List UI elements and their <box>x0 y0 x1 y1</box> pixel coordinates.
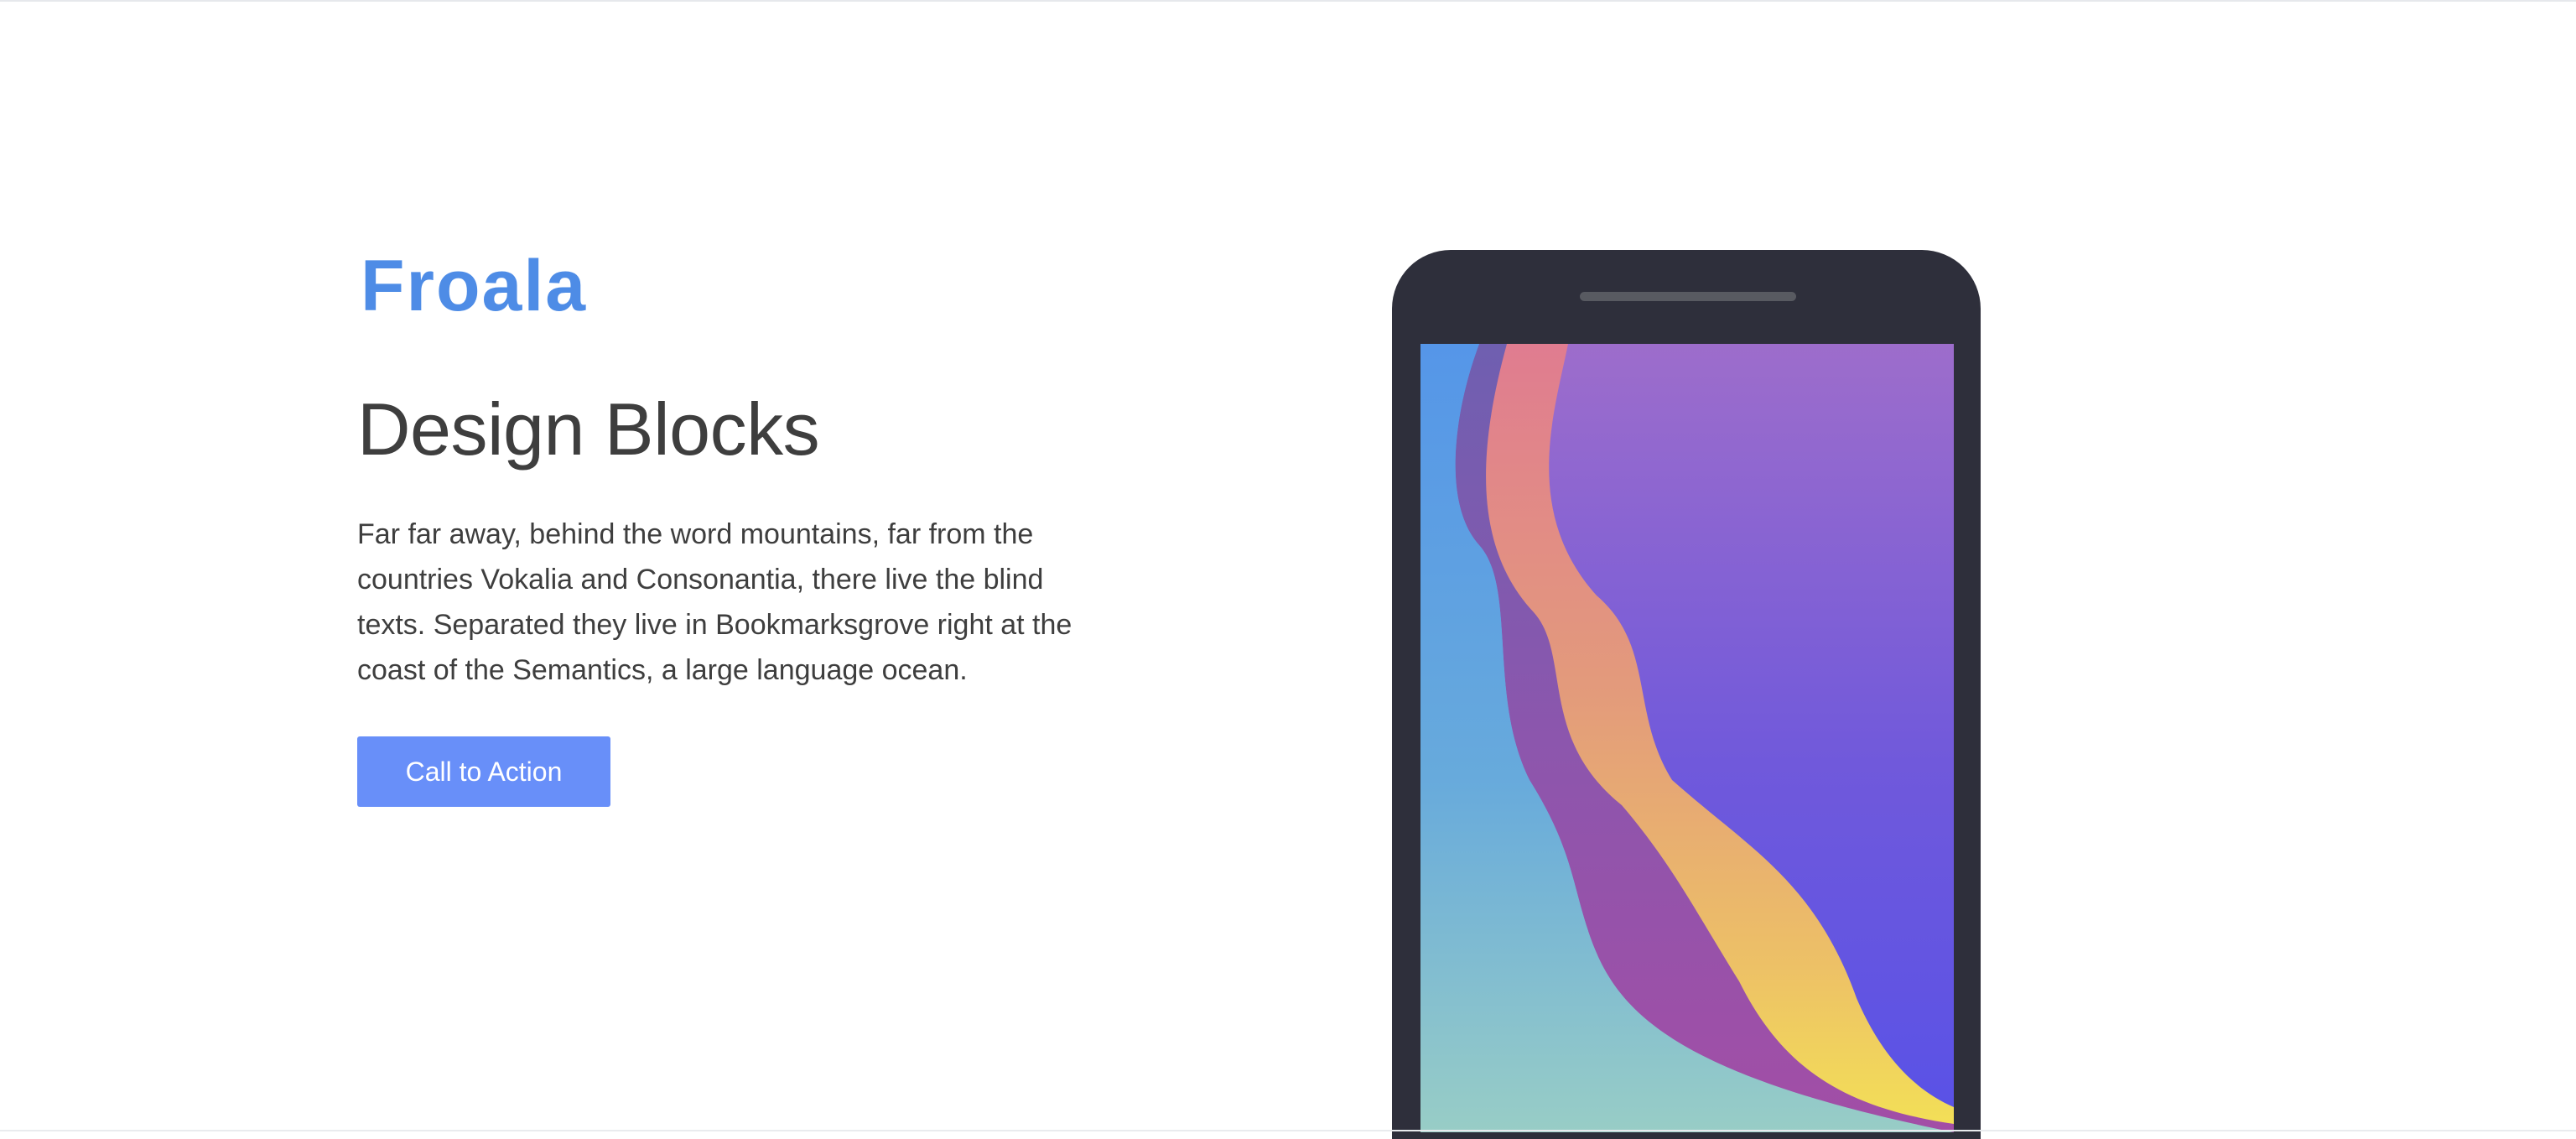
hero-description: Far far away, behind the word mountains,… <box>357 518 1072 686</box>
wave-illustration <box>1420 344 1954 1132</box>
hero-section: Froala Design Blocks Far far away, behin… <box>0 0 2576 1139</box>
call-to-action-button[interactable]: Call to Action <box>357 736 610 807</box>
phone-mockup <box>1392 250 1981 1139</box>
phone-screen <box>1420 344 1954 1132</box>
page-title: Design Blocks <box>357 387 820 471</box>
hero-content: Froala Design Blocks Far far away, behin… <box>357 252 1095 807</box>
froala-logo[interactable]: Froala <box>361 252 587 317</box>
phone-speaker <box>1580 292 1796 301</box>
logo-text: Froala <box>361 252 587 317</box>
